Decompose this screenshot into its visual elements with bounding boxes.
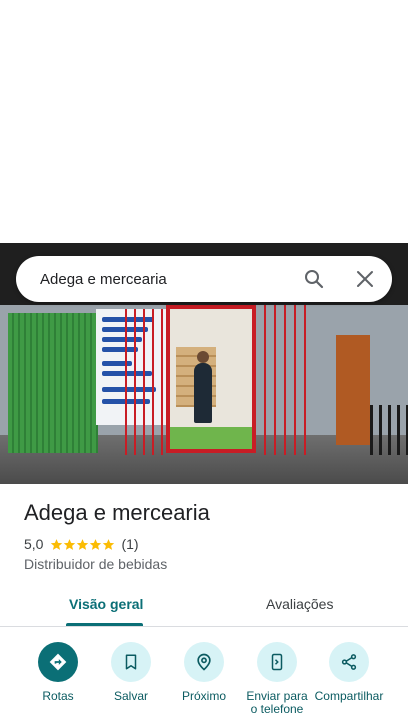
save-label: Salvar: [113, 689, 148, 703]
directions-icon: [38, 642, 78, 682]
tab-overview[interactable]: Visão geral: [69, 596, 143, 612]
photo-floor: [170, 427, 252, 449]
rating-value: 5,0: [24, 536, 44, 552]
photo-green-shutter: [8, 313, 98, 453]
star-icon: [64, 538, 76, 550]
photo-person: [194, 363, 212, 423]
photo-red-gate-left: [118, 309, 168, 455]
tab-reviews[interactable]: Avaliações: [266, 596, 333, 612]
tab-divider: [0, 626, 408, 627]
star-icon: [51, 538, 63, 550]
search-bar[interactable]: Adega e mercearia: [16, 256, 392, 302]
share-button[interactable]: Compartilhar: [312, 642, 386, 703]
send-to-phone-icon: [257, 642, 297, 682]
rating-row[interactable]: 5,0 (1): [24, 536, 139, 552]
place-title: Adega e mercearia: [24, 500, 210, 525]
directions-label: Rotas: [42, 689, 74, 703]
photo-railing: [370, 405, 408, 455]
share-label: Compartilhar: [314, 689, 384, 703]
map-area[interactable]: [0, 0, 408, 243]
review-count[interactable]: (1): [121, 536, 138, 552]
directions-button[interactable]: Rotas: [21, 642, 95, 703]
photo-wooden-door: [336, 335, 370, 445]
photo-person-head: [197, 351, 209, 363]
nearby-icon: [184, 642, 224, 682]
share-icon: [329, 642, 369, 682]
star-icon: [77, 538, 89, 550]
photo-red-gate-right: [256, 305, 308, 455]
send-to-phone-button[interactable]: Enviar para o telefone: [240, 642, 314, 716]
search-query[interactable]: Adega e mercearia: [40, 271, 167, 288]
close-icon[interactable]: [353, 267, 377, 291]
place-category: Distribuidor de bebidas: [24, 556, 168, 572]
search-icon[interactable]: [302, 267, 326, 291]
star-rating: [50, 538, 115, 551]
nearby-label: Próximo: [181, 689, 226, 703]
nearby-button[interactable]: Próximo: [167, 642, 241, 703]
action-bar: Rotas Salvar Próximo Enviar para o telef…: [0, 642, 408, 726]
send-to-phone-label: Enviar para o telefone: [246, 689, 308, 716]
photo-store-entrance: [166, 305, 256, 453]
save-button[interactable]: Salvar: [94, 642, 168, 703]
bookmark-icon: [111, 642, 151, 682]
star-icon: [90, 538, 102, 550]
star-icon: [103, 538, 115, 550]
